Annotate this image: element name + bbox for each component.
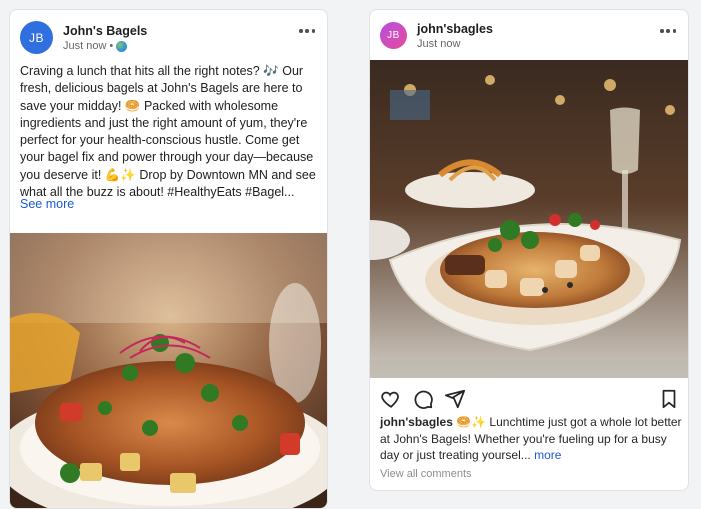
comment-icon[interactable]: [412, 388, 434, 410]
post-actions-bar: [380, 388, 680, 410]
more-options-icon[interactable]: [299, 28, 315, 34]
post-body-text: Craving a lunch that hits all the right …: [20, 64, 316, 200]
heart-icon[interactable]: [380, 388, 402, 410]
view-all-comments-link[interactable]: View all comments: [380, 468, 472, 480]
globe-icon: [116, 40, 128, 52]
instagram-post-card: JB john'sbagles Just now john'sbagles 🥯✨…: [369, 9, 689, 491]
post-timestamp: Just now: [417, 38, 460, 50]
post-caption: john'sbagles 🥯✨ Lunchtime just got a who…: [380, 414, 682, 464]
caption-username[interactable]: john'sbagles: [380, 415, 453, 429]
see-more-link[interactable]: See more: [20, 197, 74, 211]
post-image[interactable]: [370, 60, 688, 378]
meta-separator: •: [109, 40, 114, 52]
post-timestamp[interactable]: Just now: [63, 40, 106, 52]
avatar[interactable]: JB: [380, 22, 407, 49]
post-username[interactable]: john'sbagles: [417, 22, 493, 36]
post-image[interactable]: [10, 233, 327, 508]
more-options-icon[interactable]: [660, 28, 676, 34]
timestamp-text: Just now: [417, 38, 461, 50]
avatar[interactable]: JB: [20, 21, 53, 54]
send-icon[interactable]: [444, 388, 466, 410]
caption-more-link[interactable]: more: [534, 448, 561, 462]
facebook-post-card: JB John's Bagels Just now • Craving a lu…: [9, 9, 328, 509]
bookmark-icon[interactable]: [658, 388, 680, 410]
post-meta: Just now •: [63, 40, 128, 52]
post-author-name[interactable]: John's Bagels: [63, 24, 147, 38]
